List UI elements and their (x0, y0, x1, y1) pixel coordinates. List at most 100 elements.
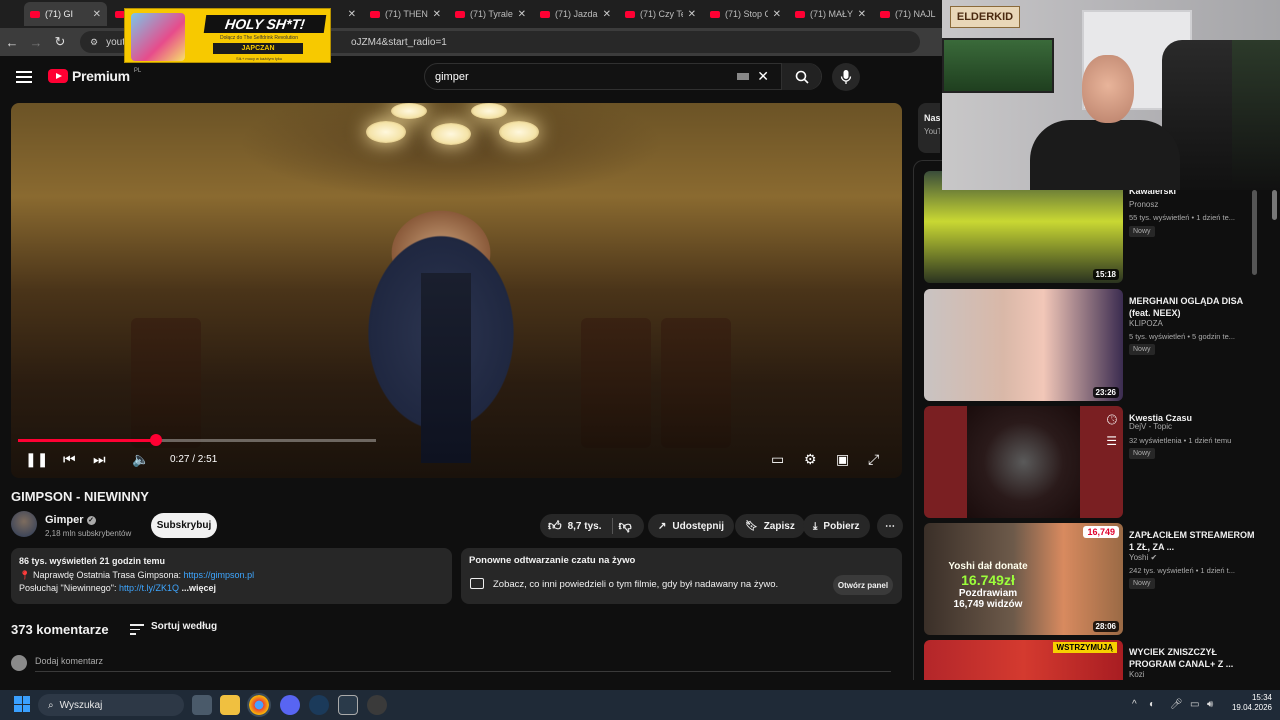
channel-name[interactable]: Gimper ✓ (45, 514, 96, 526)
pause-icon[interactable]: ❚❚ (25, 451, 48, 468)
save-button[interactable]: 🔖︎ Zapisz (735, 514, 805, 538)
overlay-line-4: 16,749 widzów (953, 599, 1023, 610)
close-tab-icon[interactable]: ✕ (518, 9, 526, 20)
browser-tab[interactable]: (71) THEN ✕ (364, 2, 447, 26)
settings-icon[interactable]: ⚙ (804, 451, 817, 468)
watch-later-icon[interactable]: 🕓︎ (1107, 412, 1117, 428)
more-actions-button[interactable]: ⋯ (877, 514, 903, 538)
recommendation-item[interactable]: WSTRZYMUJĄ WYCIEK ZNISZCZYŁ PROGRAM CANA… (924, 640, 1264, 680)
chat-replay-title: Ponowne odtwarzanie czatu na żywo (469, 555, 636, 566)
chrome-icon[interactable] (247, 693, 271, 717)
browser-tab[interactable]: (71) Jazda ✕ (534, 2, 617, 26)
progress-bar[interactable] (18, 439, 156, 442)
recommendation-title[interactable]: ZAPŁACIŁEM STREAMEROM 1 ZŁ, ZA ... (1129, 529, 1259, 553)
youtube-favicon-icon (795, 10, 805, 18)
share-button[interactable]: ↗ Udostępnij (648, 514, 735, 538)
open-panel-button[interactable]: Otwórz panel (833, 575, 893, 595)
recommendation-title[interactable]: WYCIEK ZNISZCZYŁ PROGRAM CANAL+ Z ... (1129, 646, 1259, 670)
youtube-favicon-icon (625, 10, 635, 18)
previous-icon[interactable]: ⏮ (63, 451, 76, 468)
browser-tab[interactable]: (71) Tyrale ✕ (449, 2, 532, 26)
volume-icon[interactable]: 🔈 (132, 451, 149, 468)
close-tab-icon[interactable]: ✕ (688, 9, 696, 20)
video-thumbnail[interactable]: WSTRZYMUJĄ (924, 640, 1123, 680)
windows-start-icon[interactable] (14, 696, 30, 712)
close-tab-icon[interactable]: ✕ (93, 9, 101, 20)
video-player[interactable]: ❚❚ ⏮ ⏭ 🔈 0:27 / 2:51 ▭ ⚙ ▣ ⤢ (11, 103, 902, 478)
close-tab-icon[interactable]: ✕ (348, 9, 356, 20)
recommendation-item[interactable]: 23:26 MERGHANI OGLĄDA DISA (feat. NEEX) … (924, 289, 1264, 401)
sort-icon[interactable] (130, 621, 144, 638)
recommendation-channel[interactable]: Yoshi ✔ (1129, 553, 1157, 562)
keyboard-icon[interactable] (737, 73, 750, 80)
more-link[interactable]: ...więcej (182, 583, 217, 593)
close-tab-icon[interactable]: ✕ (773, 9, 781, 20)
recommendation-channel[interactable]: Pronosz (1129, 200, 1158, 209)
duration-badge: 23:26 (1092, 387, 1119, 398)
menu-icon[interactable] (16, 68, 32, 84)
recommendation-meta: 242 tys. wyświetleń • 1 dzień t... (1129, 566, 1236, 575)
add-to-queue-icon[interactable]: ☰ (1106, 434, 1117, 448)
description-box[interactable]: 86 tys. wyświetleń 21 godzin temu 📍︎ Nap… (11, 548, 452, 604)
recommendation-channel[interactable]: KLIPOZA (1129, 319, 1163, 328)
system-clock[interactable]: 15:34 19.04.2026 (1228, 693, 1272, 713)
like-count[interactable]: 8,7 tys. (568, 521, 602, 532)
file-explorer-icon[interactable] (220, 695, 240, 715)
close-tab-icon[interactable]: ✕ (433, 9, 441, 20)
video-thumbnail[interactable]: 🕓︎ ☰ (924, 406, 1123, 518)
network-icon[interactable]: ▭ (1190, 699, 1199, 710)
fullscreen-icon[interactable]: ⤢ (868, 451, 879, 468)
up-next-header: Nast YouT (918, 103, 940, 153)
taskbar-search[interactable]: ⌕ Wyszukaj (38, 694, 184, 716)
recommendation-item[interactable]: 16,749 Yoshi dał donate 16.749zł Pozdraw… (924, 523, 1264, 635)
browser-tab[interactable]: (71) Czy Te ✕ (619, 2, 702, 26)
theater-mode-icon[interactable]: ▣ (836, 451, 849, 468)
recommendation-title[interactable]: MERGHANI OGLĄDA DISA (feat. NEEX) (1129, 295, 1259, 319)
subscribe-button[interactable]: Subskrybuj (151, 513, 217, 538)
reload-icon[interactable]: ↻ (48, 34, 72, 50)
steam-icon[interactable] (309, 695, 329, 715)
youtube-logo[interactable]: Premium PL (48, 68, 141, 84)
forward-icon[interactable]: → (24, 35, 48, 50)
browser-tab[interactable]: (71) GI ✕ (24, 2, 107, 26)
discord-icon[interactable] (280, 695, 300, 715)
promo-banner: HOLY SH*T! Dołącz do The Selfdrink Revol… (124, 8, 331, 63)
task-view-icon[interactable] (192, 695, 212, 715)
tab-title: (71) Czy Te (640, 9, 683, 19)
app-icon[interactable] (338, 695, 358, 715)
viewer-count-badge: 16,749 (1083, 526, 1119, 538)
obs-icon[interactable] (367, 695, 387, 715)
dislike-icon[interactable]: 👎︎ (619, 518, 632, 534)
browser-tab[interactable]: (71) MAŁY ✕ (789, 2, 872, 26)
like-icon[interactable]: 👍︎ (548, 518, 562, 534)
recommendation-channel[interactable]: DejV - Topic (1129, 422, 1172, 431)
sort-button[interactable]: Sortuj według (151, 621, 217, 632)
recommendation-item[interactable]: 🕓︎ ☰ Kwestia Czasu DejV - Topic 32 wyświ… (924, 406, 1264, 518)
scrubber-handle[interactable] (149, 434, 162, 446)
sidebar-scrollbar[interactable] (1252, 190, 1257, 275)
video-thumbnail[interactable]: 23:26 (924, 289, 1123, 401)
subtitles-icon[interactable]: ▭ (771, 451, 784, 468)
search-input[interactable] (435, 70, 738, 83)
volume-icon[interactable]: 🔊︎ (1207, 699, 1213, 710)
channel-avatar[interactable] (11, 511, 37, 537)
tray-app-icon[interactable]: ◐ (1149, 699, 1155, 710)
add-comment-input[interactable]: Dodaj komentarz (35, 656, 103, 666)
tray-chevron-icon[interactable]: ^ (1132, 699, 1137, 710)
download-button[interactable]: ⤓ Pobierz (803, 514, 870, 538)
search-button[interactable] (781, 63, 821, 90)
page-scrollbar[interactable] (1272, 190, 1277, 220)
browser-tab[interactable]: (71) Stop C ✕ (704, 2, 787, 26)
close-tab-icon[interactable]: ✕ (603, 9, 611, 20)
recommendation-channel[interactable]: Kozi (1129, 670, 1145, 679)
song-link[interactable]: http://t.ly/ZK1Q (119, 583, 179, 593)
site-info-icon[interactable]: ⚙ (90, 37, 98, 48)
clear-search-icon[interactable]: ✕ (757, 68, 769, 85)
tour-link[interactable]: https://gimpson.pl (184, 570, 255, 580)
close-tab-icon[interactable]: ✕ (858, 9, 866, 20)
next-icon[interactable]: ⏭ (93, 451, 106, 468)
video-thumbnail[interactable]: 16,749 Yoshi dał donate 16.749zł Pozdraw… (924, 523, 1123, 635)
tray-mic-icon[interactable]: 🎤︎ (1170, 699, 1183, 710)
back-icon[interactable]: ← (0, 35, 24, 50)
voice-search-button[interactable] (832, 63, 860, 91)
